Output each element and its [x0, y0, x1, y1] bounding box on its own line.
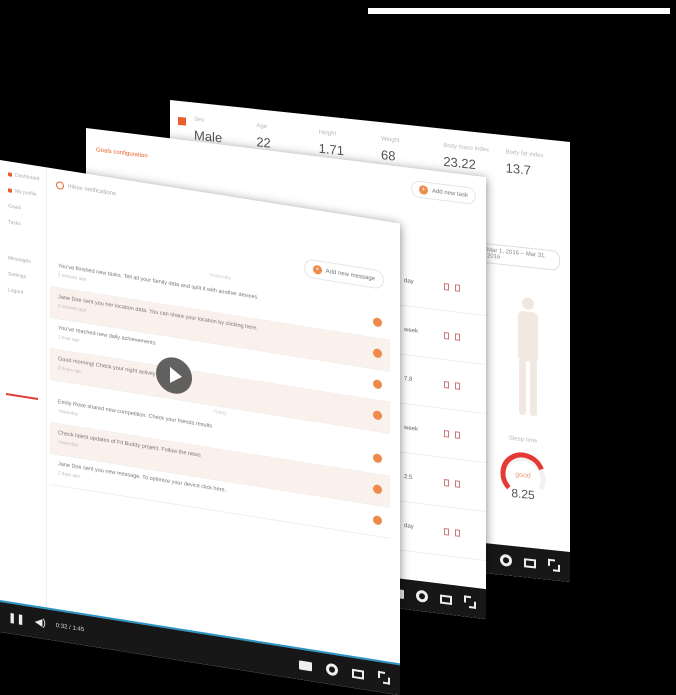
- add-message-label: Add new message: [325, 268, 375, 282]
- fullscreen-icon[interactable]: [378, 671, 390, 685]
- date-range-area: Mar 1, 2016 – Mar 31, 2016: [480, 242, 560, 271]
- profile-icon: [8, 188, 12, 193]
- stat-value: 13.7: [505, 160, 531, 178]
- settings-icon[interactable]: [416, 589, 428, 603]
- stat-label: Body mass index: [443, 142, 490, 154]
- date-range-select[interactable]: Mar 1, 2016 – Mar 31, 2016: [480, 242, 560, 271]
- body-head: [522, 296, 534, 311]
- bell-icon: [56, 180, 64, 191]
- theater-mode-icon[interactable]: [352, 668, 364, 680]
- body-leg: [530, 359, 537, 417]
- stat-label: Height: [318, 129, 336, 138]
- front-screen-inbox: Dashboard My profile Goals Tasks Message…: [0, 160, 400, 695]
- add-task-label: Add new task: [431, 187, 468, 199]
- goal-period-select[interactable]: day: [404, 278, 438, 288]
- stat-label: Weight: [380, 136, 400, 145]
- message-list: Yesterday You've finished new tasks. Tel…: [50, 244, 390, 539]
- dashboard-icon: [8, 172, 12, 177]
- stat-item: Height 1.71: [319, 130, 373, 162]
- delete-icon[interactable]: [455, 283, 460, 292]
- goal-value-input[interactable]: 2.5: [404, 474, 438, 484]
- sidebar-item-label: Logout: [8, 287, 24, 296]
- fullscreen-icon[interactable]: [548, 559, 560, 572]
- plus-icon: +: [312, 264, 322, 275]
- pause-icon[interactable]: ❚❚: [8, 612, 25, 626]
- stat-item: Body mass index 23.22: [443, 143, 497, 175]
- stacked-screens: Sex Male Age 22 Height 1.71 Weight 68 Body m…: [0, 0, 676, 695]
- goal-row: day: [396, 501, 486, 562]
- body-torso: [518, 310, 538, 363]
- fullscreen-icon[interactable]: [464, 595, 476, 608]
- goal-period-select[interactable]: week: [404, 327, 438, 337]
- playback-time: 0:32 / 1:45: [55, 622, 85, 633]
- theater-mode-icon[interactable]: [440, 593, 452, 605]
- inbox-title: Inbox notifications: [68, 183, 117, 198]
- captions-icon[interactable]: [299, 659, 312, 671]
- goals-tab[interactable]: Goals configuration: [96, 147, 148, 159]
- delete-icon[interactable]: [455, 430, 460, 439]
- edit-icon[interactable]: [444, 478, 449, 487]
- stat-item: Body fat index 13.7: [506, 149, 560, 181]
- edit-icon[interactable]: [444, 282, 449, 291]
- goal-value-input[interactable]: 7.8: [404, 376, 438, 386]
- stat-item: Weight 68: [381, 136, 435, 168]
- inbox-header: Inbox notifications: [56, 180, 117, 199]
- edit-icon[interactable]: [444, 331, 449, 340]
- front-control-bar: ❚❚ ◀) 0:32 / 1:45: [0, 602, 400, 695]
- delete-icon[interactable]: [455, 528, 460, 537]
- delete-icon[interactable]: [455, 332, 460, 341]
- gauge-center-text: good: [515, 471, 531, 480]
- goal-period-select[interactable]: week: [404, 425, 438, 435]
- playback-controls: ❚❚ ◀) 0:32 / 1:45: [8, 612, 84, 635]
- goal-period-select[interactable]: day: [404, 523, 438, 533]
- edit-icon[interactable]: [444, 380, 449, 389]
- theater-mode-icon[interactable]: [524, 557, 536, 568]
- delete-icon[interactable]: [455, 479, 460, 488]
- stat-value: 23.22: [443, 153, 476, 173]
- plus-icon: +: [418, 184, 428, 195]
- view-controls: [299, 658, 390, 684]
- goal-rows: day week 7.8 week 2.5 day: [396, 256, 486, 562]
- app-logo: [178, 116, 186, 126]
- stat-label: Age: [256, 123, 268, 131]
- sidebar-progress-bar: [6, 392, 38, 401]
- edit-icon[interactable]: [444, 429, 449, 438]
- sidebar: Dashboard My profile Goals Tasks Message…: [0, 160, 47, 610]
- settings-icon[interactable]: [326, 662, 338, 677]
- sleep-gauge: Sleep time good 8.25: [488, 433, 558, 504]
- delete-icon[interactable]: [455, 381, 460, 390]
- add-task-button[interactable]: + Add new task: [410, 179, 476, 205]
- stat-label: Body fat index: [505, 149, 544, 160]
- edit-icon[interactable]: [444, 527, 449, 536]
- settings-icon[interactable]: [500, 553, 512, 567]
- body-leg: [519, 358, 526, 416]
- body-figure-icon: [508, 296, 548, 420]
- volume-icon[interactable]: ◀): [35, 617, 46, 630]
- stat-label: Sex: [194, 116, 205, 124]
